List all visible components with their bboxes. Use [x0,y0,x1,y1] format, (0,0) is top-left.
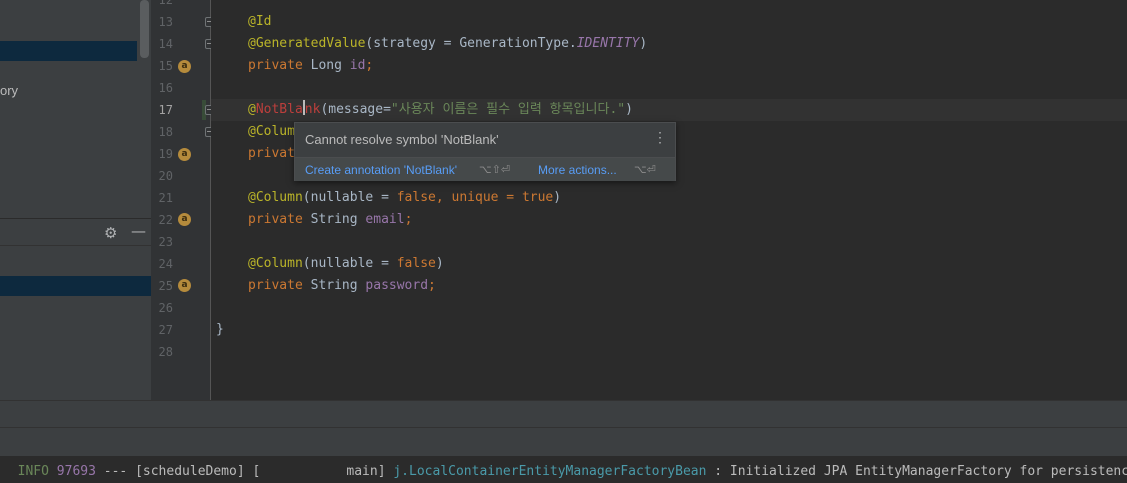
line-number: 24 [158,257,173,271]
code-line-25: private String password; [248,278,436,293]
code-line-13: @Id [248,14,272,29]
line-number: 26 [158,301,173,315]
line-number: 25 [158,279,173,293]
line-number: 28 [158,345,173,359]
bean-icon[interactable]: a [178,148,191,161]
code-line-14: @GeneratedValue(strategy = GenerationTyp… [248,36,648,51]
code-line-15: private Long id; [248,58,374,73]
code-line-27: } [216,322,224,337]
line-number: 27 [158,323,173,337]
line-number: 19 [158,147,173,161]
more-actions-shortcut: ⌥⏎ [634,163,656,176]
line-number: 23 [158,235,173,249]
line-number: 18 [158,125,173,139]
bean-icon[interactable]: a [178,60,191,73]
code-line-24: @Column(nullable = false) [248,256,444,271]
console-log-line: INFO 97693 --- [scheduleDemo] [ main] j.… [17,464,1127,479]
gear-icon[interactable]: ⚙ [104,224,117,242]
code-line-19: privat [248,146,295,161]
more-options-icon[interactable]: ⋮ [653,130,667,144]
line-number: 16 [158,81,173,95]
minus-icon[interactable]: — [131,222,146,240]
popup-title: Cannot resolve symbol 'NotBlank' [305,132,499,147]
line-number: 13 [158,15,173,29]
editor-breadcrumb-bar [0,400,1127,427]
code-line-21: @Column(nullable = false, unique = true) [248,190,562,205]
create-annotation-shortcut: ⌥⇧⏎ [479,163,511,176]
tool-window-selected-item[interactable] [0,276,151,296]
line-number: 12 [158,0,173,7]
project-panel-scrollbar[interactable] [140,0,149,58]
bean-icon[interactable]: a [178,213,191,226]
line-number: 22 [158,213,173,227]
run-tool-window-header [0,427,1127,456]
more-actions-link[interactable]: More actions... [538,163,617,177]
line-number: 14 [158,37,173,51]
line-number: 20 [158,169,173,183]
line-number: 21 [158,191,173,205]
create-annotation-link[interactable]: Create annotation 'NotBlank' [305,163,457,177]
line-number: 15 [158,59,173,73]
line-number: 17 [158,103,173,117]
popup-actions-bar: Create annotation 'NotBlank' ⌥⇧⏎ More ac… [295,158,675,181]
code-line-17: @NotBla nk(message="사용자 이름은 필수 입력 항목입니다."… [248,100,633,117]
code-line-22: private String email; [248,212,413,227]
tool-window-header [0,219,151,246]
error-popup: Cannot resolve symbol 'NotBlank' ⋮ Creat… [294,122,676,181]
bean-icon[interactable]: a [178,279,191,292]
project-tree-selected-item[interactable] [0,41,137,61]
code-line-18: @Colum [248,124,295,139]
project-tree-item-label[interactable]: ory [0,83,18,98]
